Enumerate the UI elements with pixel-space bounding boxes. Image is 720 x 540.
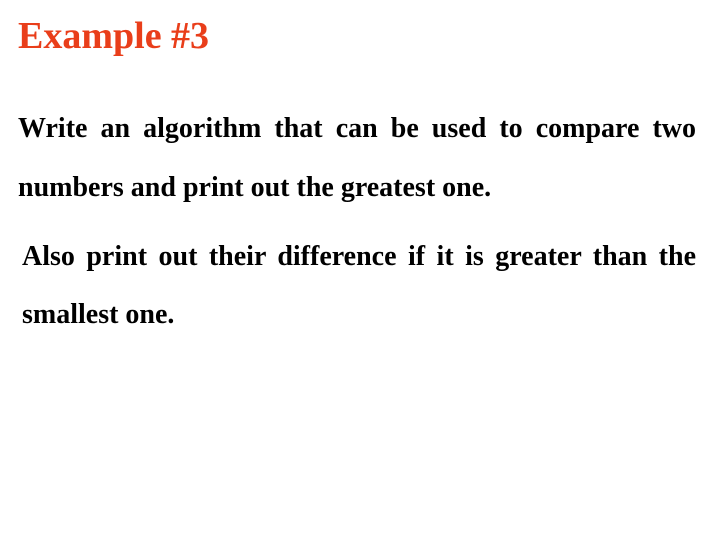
slide-heading: Example #3: [18, 14, 702, 58]
problem-statement-2: Also print out their difference if it is…: [18, 228, 702, 346]
problem-statement-1: Write an algorithm that can be used to c…: [18, 100, 702, 218]
